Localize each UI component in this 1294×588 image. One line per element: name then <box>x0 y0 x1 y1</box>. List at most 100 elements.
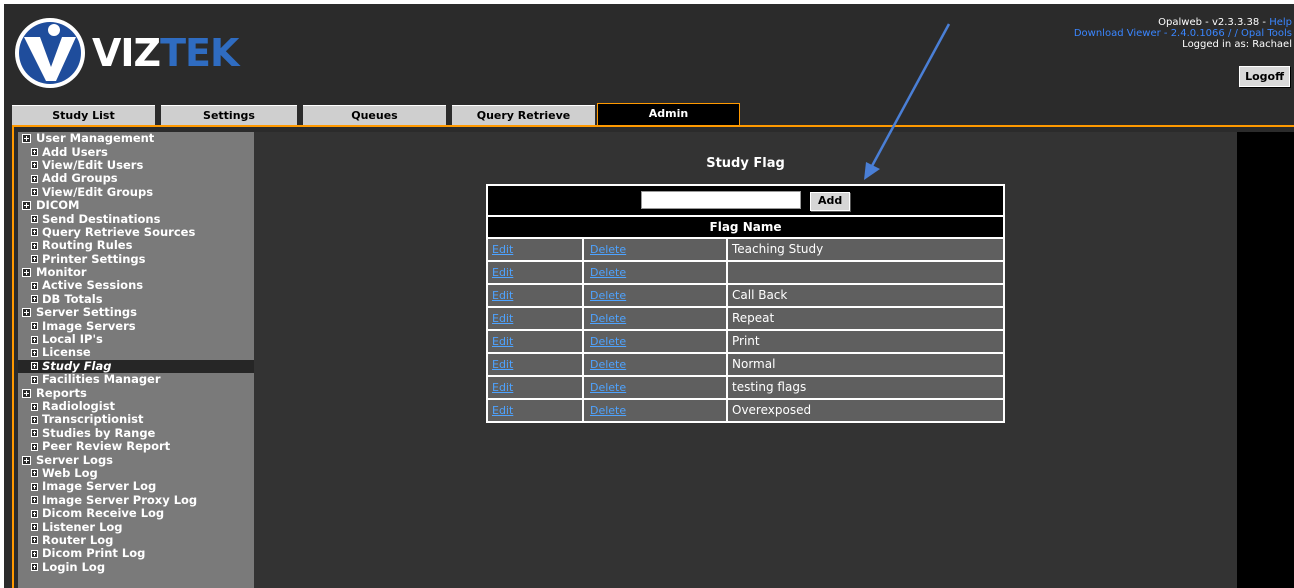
sidebar-item-send-destinations[interactable]: Send Destinations <box>18 212 254 225</box>
edit-link[interactable]: Edit <box>492 358 513 371</box>
sidebar-item-label: DB Totals <box>42 291 103 306</box>
expand-box-icon <box>31 188 38 197</box>
flag-name-cell: testing flags <box>732 380 807 394</box>
sidebar-item-image-server-proxy-log[interactable]: Image Server Proxy Log <box>18 493 254 507</box>
sidebar-item-label: User Management <box>36 131 155 146</box>
tab-admin[interactable]: Admin <box>597 103 740 125</box>
sidebar-item-query-retrieve-sources[interactable]: Query Retrieve Sources <box>18 225 254 239</box>
tab-query-retrieve[interactable]: Query Retrieve <box>452 105 595 125</box>
sidebar-item-label: Server Logs <box>36 452 114 467</box>
logo-text-viz: VIZ <box>92 31 161 75</box>
sidebar-item-label: Facilities Manager <box>42 372 161 387</box>
expand-box-icon <box>31 563 38 572</box>
sidebar-item-dicom-receive-log[interactable]: Dicom Receive Log <box>18 507 254 520</box>
delete-link[interactable]: Delete <box>590 404 626 417</box>
sidebar-item-add-groups[interactable]: Add Groups <box>18 172 254 185</box>
expand-box-icon <box>31 415 38 424</box>
edit-link[interactable]: Edit <box>492 266 513 279</box>
expand-box-icon <box>22 388 31 398</box>
flag-name-input[interactable] <box>641 191 801 209</box>
sidebar-item-facilities-manager[interactable]: Facilities Manager <box>18 373 254 386</box>
viztek-logo-icon <box>15 18 85 88</box>
sidebar-item-radiologist[interactable]: Radiologist <box>18 400 254 413</box>
admin-sidebar: User Management Add Users View/Edit Users A… <box>18 132 254 588</box>
sidebar-item-listener-log[interactable]: Listener Log <box>18 520 254 533</box>
sidebar-item-label: Add Groups <box>42 171 118 186</box>
tab-study-list[interactable]: Study List <box>12 105 155 125</box>
sidebar-item-web-log[interactable]: Web Log <box>18 465 254 480</box>
edit-link[interactable]: Edit <box>492 335 513 348</box>
table-row: Edit Delete Call Back <box>488 285 1003 308</box>
add-button[interactable]: Add <box>810 192 851 211</box>
content-left-border <box>12 125 14 588</box>
sidebar-item-db-totals[interactable]: DB Totals <box>18 291 254 306</box>
sidebar-item-router-log[interactable]: Router Log <box>18 532 254 547</box>
expand-box-icon <box>31 295 38 304</box>
sidebar-item-dicom-print-log[interactable]: Dicom Print Log <box>18 547 254 560</box>
tab-queues[interactable]: Queues <box>303 105 446 125</box>
sidebar-item-active-sessions[interactable]: Active Sessions <box>18 279 254 292</box>
sidebar-item-add-users[interactable]: Add Users <box>18 145 254 158</box>
sidebar-item-monitor[interactable]: Monitor <box>18 266 254 279</box>
main-panel: Study Flag Add Flag Name Edit Delete Teach… <box>254 132 1237 588</box>
flag-rows: Edit Delete Teaching Study Edit Delete Edit De… <box>488 239 1003 421</box>
opal-tools-link[interactable]: / Opal Tools <box>1235 28 1293 39</box>
expand-box-icon <box>31 496 38 505</box>
logoff-button[interactable]: Logoff <box>1239 66 1290 87</box>
sidebar-item-label: Server Settings <box>36 305 138 320</box>
sidebar-item-server-settings[interactable]: Server Settings <box>18 306 254 319</box>
sidebar-item-label: Image Server Log <box>42 479 157 494</box>
sidebar-item-study-flag[interactable]: Study Flag <box>18 359 254 374</box>
edit-link[interactable]: Edit <box>492 243 513 256</box>
download-viewer-link[interactable]: Download Viewer - 2.4.0.1066 / <box>1074 28 1235 39</box>
sidebar-item-local-ip-s[interactable]: Local IP's <box>18 333 254 346</box>
expand-box-icon <box>31 174 38 183</box>
tab-settings[interactable]: Settings <box>161 105 297 125</box>
sidebar-item-label: Listener Log <box>42 519 123 534</box>
sidebar-item-transcriptionist[interactable]: Transcriptionist <box>18 413 254 426</box>
delete-link[interactable]: Delete <box>590 312 626 325</box>
delete-link[interactable]: Delete <box>590 289 626 302</box>
sidebar-item-label: Routing Rules <box>42 238 133 253</box>
right-panel <box>1237 132 1294 588</box>
sidebar-item-printer-settings[interactable]: Printer Settings <box>18 252 254 266</box>
delete-link[interactable]: Delete <box>590 358 626 371</box>
delete-link[interactable]: Delete <box>590 243 626 256</box>
sidebar-item-license[interactable]: License <box>18 346 254 359</box>
sidebar-item-login-log[interactable]: Login Log <box>18 559 254 574</box>
app-window: VIZTEK Opalweb - v2.3.3.38 - Help Downlo… <box>4 4 1294 588</box>
flag-name-cell: Normal <box>732 357 776 371</box>
app-version: Opalweb - v2.3.3.38 - <box>1158 17 1270 28</box>
edit-link[interactable]: Edit <box>492 312 513 325</box>
sidebar-item-label: Login Log <box>42 559 106 574</box>
expand-box-icon <box>22 201 31 211</box>
delete-link[interactable]: Delete <box>590 266 626 279</box>
table-row: Edit Delete Print <box>488 331 1003 354</box>
sidebar-item-user-management[interactable]: User Management <box>18 132 254 145</box>
delete-link[interactable]: Delete <box>590 381 626 394</box>
sidebar-item-label: Web Log <box>42 465 98 480</box>
sidebar-item-image-servers[interactable]: Image Servers <box>18 319 254 332</box>
sidebar-item-routing-rules[interactable]: Routing Rules <box>18 239 254 252</box>
sidebar-item-peer-review-report[interactable]: Peer Review Report <box>18 440 254 453</box>
sidebar-item-image-server-log[interactable]: Image Server Log <box>18 480 254 493</box>
sidebar-item-server-logs[interactable]: Server Logs <box>18 453 254 466</box>
expand-box-icon <box>22 134 31 144</box>
sidebar-item-view-edit-users[interactable]: View/Edit Users <box>18 158 254 172</box>
flag-name-cell: Teaching Study <box>732 242 824 256</box>
expand-box-icon <box>31 509 38 518</box>
delete-link[interactable]: Delete <box>590 335 626 348</box>
sidebar-item-studies-by-range[interactable]: Studies by Range <box>18 426 254 440</box>
help-link[interactable]: Help <box>1269 17 1292 28</box>
expand-box-icon <box>31 161 38 170</box>
add-flag-row: Add <box>488 186 1003 217</box>
sidebar-item-dicom[interactable]: DICOM <box>18 199 254 212</box>
edit-link[interactable]: Edit <box>492 381 513 394</box>
edit-link[interactable]: Edit <box>492 289 513 302</box>
sidebar-item-reports[interactable]: Reports <box>18 386 254 399</box>
sidebar-item-view-edit-groups[interactable]: View/Edit Groups <box>18 185 254 199</box>
study-flag-table: Add Flag Name Edit Delete Teaching Study Ed… <box>486 184 1005 423</box>
edit-link[interactable]: Edit <box>492 404 513 417</box>
expand-box-icon <box>31 375 38 384</box>
sidebar-item-label: Router Log <box>42 532 114 547</box>
